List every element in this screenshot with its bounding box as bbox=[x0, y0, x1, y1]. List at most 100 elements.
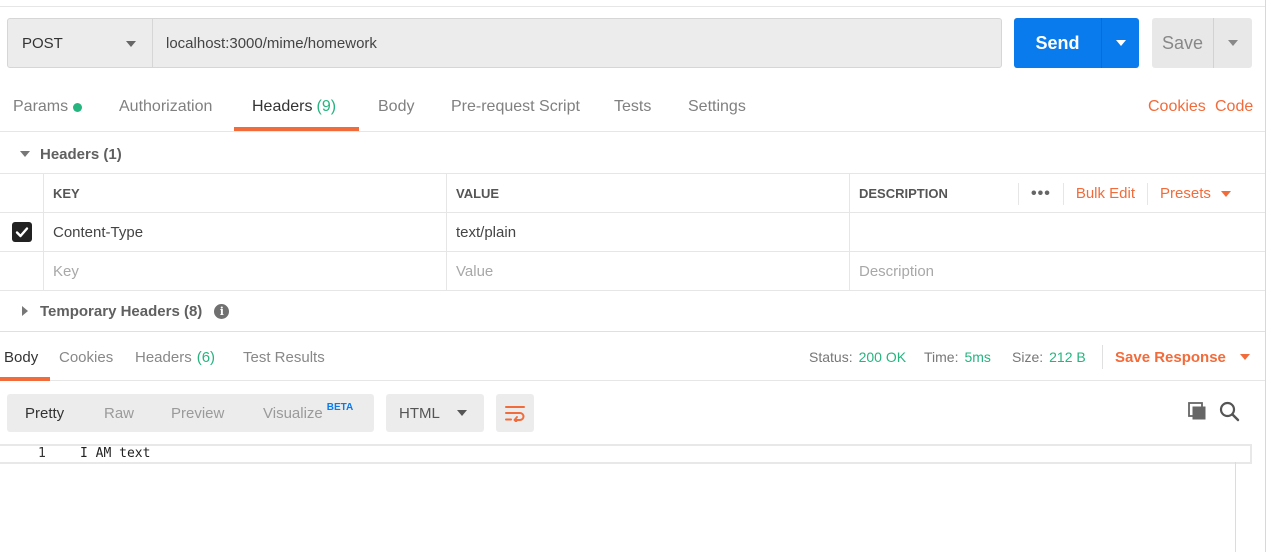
view-preview[interactable]: Preview bbox=[171, 394, 224, 432]
new-key-input[interactable]: Key bbox=[44, 252, 447, 290]
save-button-group: Save bbox=[1152, 18, 1252, 68]
view-visualize[interactable]: Visualize BETA bbox=[263, 394, 353, 432]
tab-response-body[interactable]: Body bbox=[4, 332, 38, 382]
bulk-edit-link[interactable]: Bulk Edit bbox=[1062, 182, 1147, 205]
time-value: 5ms bbox=[964, 349, 991, 365]
size-value: 212 B bbox=[1049, 349, 1086, 365]
headers-section-toggle[interactable]: Headers (1) bbox=[20, 134, 122, 174]
send-button[interactable]: Send bbox=[1014, 18, 1102, 68]
column-key: KEY bbox=[44, 174, 447, 212]
window-right-edge bbox=[1265, 0, 1271, 552]
row-checkbox-cell bbox=[0, 213, 44, 251]
size-label: Size: bbox=[1012, 349, 1044, 365]
tab-authorization-label: Authorization bbox=[119, 98, 213, 115]
info-icon[interactable]: i bbox=[214, 303, 230, 319]
chevron-down-icon bbox=[1239, 354, 1250, 360]
wrap-lines-button[interactable] bbox=[496, 394, 534, 432]
tab-body-label: Body bbox=[378, 98, 415, 115]
new-description-input[interactable]: Description bbox=[850, 252, 1265, 290]
format-select[interactable]: HTML bbox=[386, 394, 484, 432]
line-number: 1 bbox=[38, 446, 46, 461]
tab-headers-label: Headers bbox=[252, 98, 313, 115]
tab-params[interactable]: Params bbox=[13, 82, 83, 132]
tab-params-label: Params bbox=[13, 98, 69, 115]
active-response-tab-indicator bbox=[0, 377, 50, 381]
temporary-headers-title: Temporary Headers (8) bbox=[40, 302, 203, 320]
view-mode-group: Pretty Raw Preview Visualize BETA bbox=[7, 394, 374, 432]
top-divider bbox=[0, 6, 1271, 7]
tab-headers[interactable]: Headers (9) bbox=[252, 82, 336, 132]
new-value-input[interactable]: Value bbox=[447, 252, 850, 290]
table-header-row: KEY VALUE DESCRIPTION ••• Bulk Edit Pres… bbox=[0, 174, 1265, 213]
tab-response-headers-count: (6) bbox=[196, 348, 216, 366]
chevron-down-icon bbox=[1228, 40, 1238, 46]
presets-label: Presets bbox=[1160, 185, 1211, 202]
chevron-down-icon bbox=[126, 41, 136, 47]
presets-dropdown[interactable]: Presets bbox=[1147, 182, 1243, 205]
tab-settings-label: Settings bbox=[688, 98, 746, 115]
view-pretty[interactable]: Pretty bbox=[25, 394, 64, 432]
header-value-input[interactable]: text/plain bbox=[447, 213, 850, 251]
response-body-editor[interactable] bbox=[0, 444, 1252, 464]
size-readout: Size: 212 B bbox=[1012, 332, 1086, 382]
chevron-down-icon bbox=[457, 410, 467, 416]
time-readout: Time: 5ms bbox=[924, 332, 991, 382]
view-visualize-label: Visualize bbox=[263, 404, 323, 422]
method-select[interactable]: POST bbox=[8, 19, 153, 67]
table-row: Content-Type text/plain bbox=[0, 213, 1265, 252]
chevron-down-icon bbox=[1115, 40, 1126, 46]
save-response-label: Save Response bbox=[1115, 348, 1226, 366]
format-label: HTML bbox=[399, 404, 440, 422]
tab-response-headers[interactable]: Headers (6) bbox=[135, 332, 215, 382]
response-tabs: Body Cookies Headers (6) Test Results St… bbox=[0, 331, 1265, 381]
send-options-button[interactable] bbox=[1102, 18, 1139, 68]
status-readout: Status: 200 OK bbox=[809, 332, 906, 382]
save-button[interactable]: Save bbox=[1152, 18, 1214, 68]
method-label: POST bbox=[22, 34, 63, 52]
empty-checkbox-cell bbox=[0, 252, 44, 290]
header-checkbox-column bbox=[0, 174, 44, 212]
copy-icon[interactable] bbox=[1186, 400, 1208, 422]
more-options-icon[interactable]: ••• bbox=[1018, 182, 1063, 205]
caret-right-icon bbox=[22, 306, 28, 316]
tab-pre-request-label: Pre-request Script bbox=[451, 98, 580, 115]
tab-settings[interactable]: Settings bbox=[688, 82, 746, 132]
editor-scroll-divider bbox=[1235, 462, 1236, 552]
time-label: Time: bbox=[924, 349, 959, 365]
tab-headers-count: (9) bbox=[316, 98, 337, 115]
view-raw[interactable]: Raw bbox=[104, 394, 134, 432]
tab-response-headers-label: Headers bbox=[135, 348, 192, 366]
active-tab-indicator bbox=[234, 127, 359, 131]
table-tools: ••• Bulk Edit Presets bbox=[1018, 174, 1243, 213]
save-options-button[interactable] bbox=[1214, 18, 1252, 68]
url-text: localhost:3000/mime/homework bbox=[166, 34, 377, 52]
column-value: VALUE bbox=[447, 174, 850, 212]
header-key-input[interactable]: Content-Type bbox=[44, 213, 447, 251]
tab-test-results[interactable]: Test Results bbox=[243, 332, 325, 382]
tab-tests-label: Tests bbox=[614, 98, 652, 115]
code-link[interactable]: Code bbox=[1215, 82, 1253, 132]
request-tabs: Params Authorization Headers (9) Body Pr… bbox=[0, 82, 1265, 132]
search-icon[interactable] bbox=[1218, 400, 1240, 422]
wrap-lines-icon bbox=[505, 406, 525, 422]
chevron-down-icon bbox=[1220, 190, 1231, 197]
request-url-bar: POST localhost:3000/mime/homework bbox=[7, 18, 1002, 68]
tab-authorization[interactable]: Authorization bbox=[119, 82, 212, 132]
status-value: 200 OK bbox=[858, 349, 907, 365]
temporary-headers-toggle[interactable]: Temporary Headers (8) i bbox=[20, 291, 230, 331]
status-label: Status: bbox=[809, 349, 853, 365]
url-input[interactable]: localhost:3000/mime/homework bbox=[153, 19, 1001, 67]
header-description-input[interactable] bbox=[850, 213, 1265, 251]
tab-tests[interactable]: Tests bbox=[614, 82, 651, 132]
tab-pre-request-script[interactable]: Pre-request Script bbox=[451, 82, 580, 132]
tab-body[interactable]: Body bbox=[378, 82, 414, 132]
save-response-dropdown[interactable]: Save Response bbox=[1102, 345, 1250, 369]
send-button-group: Send bbox=[1014, 18, 1139, 68]
checkbox-checked-icon[interactable] bbox=[11, 222, 32, 242]
headers-table: KEY VALUE DESCRIPTION ••• Bulk Edit Pres… bbox=[0, 173, 1265, 291]
code-line: I AM text bbox=[80, 446, 151, 461]
tab-response-cookies[interactable]: Cookies bbox=[59, 332, 113, 382]
table-row-empty: Key Value Description bbox=[0, 252, 1265, 291]
params-indicator-icon bbox=[73, 102, 83, 112]
cookies-link[interactable]: Cookies bbox=[1148, 82, 1206, 132]
